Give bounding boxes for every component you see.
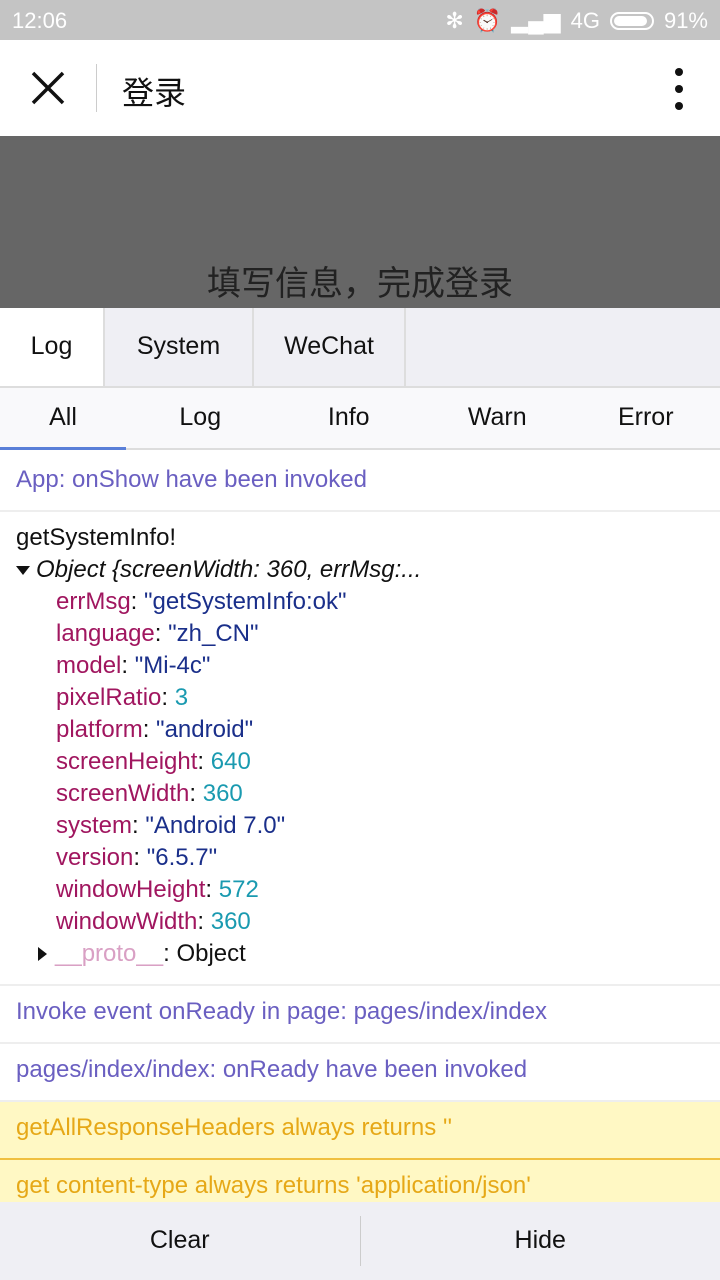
- property-key: screenHeight: [56, 748, 198, 775]
- object-summary-text: Object {screenWidth: 360, errMsg:...: [36, 556, 422, 583]
- battery-level: 91%: [663, 8, 708, 33]
- object-property: language: "zh_CN": [56, 620, 259, 647]
- object-property: system: "Android 7.0": [56, 812, 286, 839]
- object-property: version: "6.5.7": [56, 844, 218, 871]
- status-bar: 12:06 ✻ ⏰ ▂▄▆ 4G 91%: [0, 0, 720, 40]
- tab-log[interactable]: Log: [0, 308, 105, 386]
- bluetooth-icon: ✻: [445, 8, 464, 33]
- tab-system[interactable]: System: [105, 308, 254, 386]
- network-type: 4G: [570, 8, 600, 33]
- property-value: "getSystemInfo:ok": [144, 588, 347, 615]
- log-list: App: onShow have been invoked getSystemI…: [0, 454, 720, 1218]
- property-key: system: [56, 812, 133, 839]
- log-text: getSystemInfo!: [16, 524, 177, 551]
- alarm-icon: ⏰: [473, 8, 502, 33]
- object-property: errMsg: "getSystemInfo:ok": [56, 588, 347, 615]
- log-filters: All Log Info Warn Error: [0, 388, 720, 450]
- hero-text: 填写信息，完成登录: [207, 265, 513, 303]
- property-value: 360: [202, 780, 243, 807]
- property-key: model: [56, 652, 122, 679]
- property-value: 572: [218, 876, 259, 903]
- property-value: 640: [210, 748, 251, 775]
- property-key: windowHeight: [56, 876, 206, 903]
- filter-log[interactable]: Log: [126, 388, 275, 448]
- page-title: 登录: [122, 75, 187, 111]
- console-tabs: Log System WeChat: [0, 308, 720, 388]
- object-summary[interactable]: Object {screenWidth: 360, errMsg:...: [16, 554, 704, 586]
- log-entry: pages/index/index: onReady have been inv…: [0, 1044, 720, 1102]
- log-entry: App: onShow have been invoked: [0, 454, 720, 512]
- close-icon[interactable]: [30, 70, 66, 106]
- status-time: 12:06: [12, 8, 68, 33]
- log-entry-object: getSystemInfo! Object {screenWidth: 360,…: [0, 512, 720, 986]
- proto-value: Object: [176, 940, 246, 967]
- nav-bar: 登录: [0, 40, 720, 136]
- object-property: platform: "android": [56, 716, 254, 743]
- more-icon[interactable]: [674, 68, 684, 110]
- property-value: 3: [174, 684, 189, 711]
- log-entry: Invoke event onReady in page: pages/inde…: [0, 986, 720, 1044]
- filter-warn[interactable]: Warn: [423, 388, 572, 448]
- property-value: "android": [156, 716, 254, 743]
- filter-error[interactable]: Error: [572, 388, 720, 448]
- battery-icon: [609, 12, 654, 30]
- bottom-bar: Clear Hide: [0, 1202, 720, 1280]
- tab-wechat[interactable]: WeChat: [254, 308, 406, 386]
- warn-entry: getAllResponseHeaders always returns '': [0, 1102, 720, 1160]
- property-value: 360: [210, 908, 251, 935]
- property-value: "6.5.7": [146, 844, 218, 871]
- object-property: windowWidth: 360: [56, 908, 251, 935]
- property-key: pixelRatio: [56, 684, 162, 711]
- proto-key: __proto__: [55, 940, 164, 967]
- divider: [96, 64, 97, 112]
- property-key: screenWidth: [56, 780, 190, 807]
- property-key: version: [56, 844, 134, 871]
- object-property: model: "Mi-4c": [56, 652, 211, 679]
- hide-button[interactable]: Hide: [361, 1202, 720, 1280]
- property-key: errMsg: [56, 588, 131, 615]
- collapse-triangle-icon: [16, 565, 30, 575]
- object-property: screenHeight: 640: [56, 748, 251, 775]
- filter-all[interactable]: All: [0, 388, 126, 450]
- object-property: pixelRatio: 3: [56, 684, 189, 711]
- property-value: "Android 7.0": [145, 812, 286, 839]
- property-value: "Mi-4c": [134, 652, 211, 679]
- property-key: language: [56, 620, 155, 647]
- clear-button[interactable]: Clear: [0, 1202, 360, 1280]
- signal-icon: ▂▄▆: [511, 8, 561, 33]
- object-property: screenWidth: 360: [56, 780, 243, 807]
- property-key: platform: [56, 716, 143, 743]
- page-content-overlay: 填写信息，完成登录: [0, 136, 720, 308]
- expand-triangle-icon: [38, 947, 47, 961]
- property-key: windowWidth: [56, 908, 198, 935]
- proto-row[interactable]: __proto__: Object: [16, 938, 704, 970]
- filter-info[interactable]: Info: [275, 388, 424, 448]
- object-property: windowHeight: 572: [56, 876, 259, 903]
- property-value: "zh_CN": [168, 620, 259, 647]
